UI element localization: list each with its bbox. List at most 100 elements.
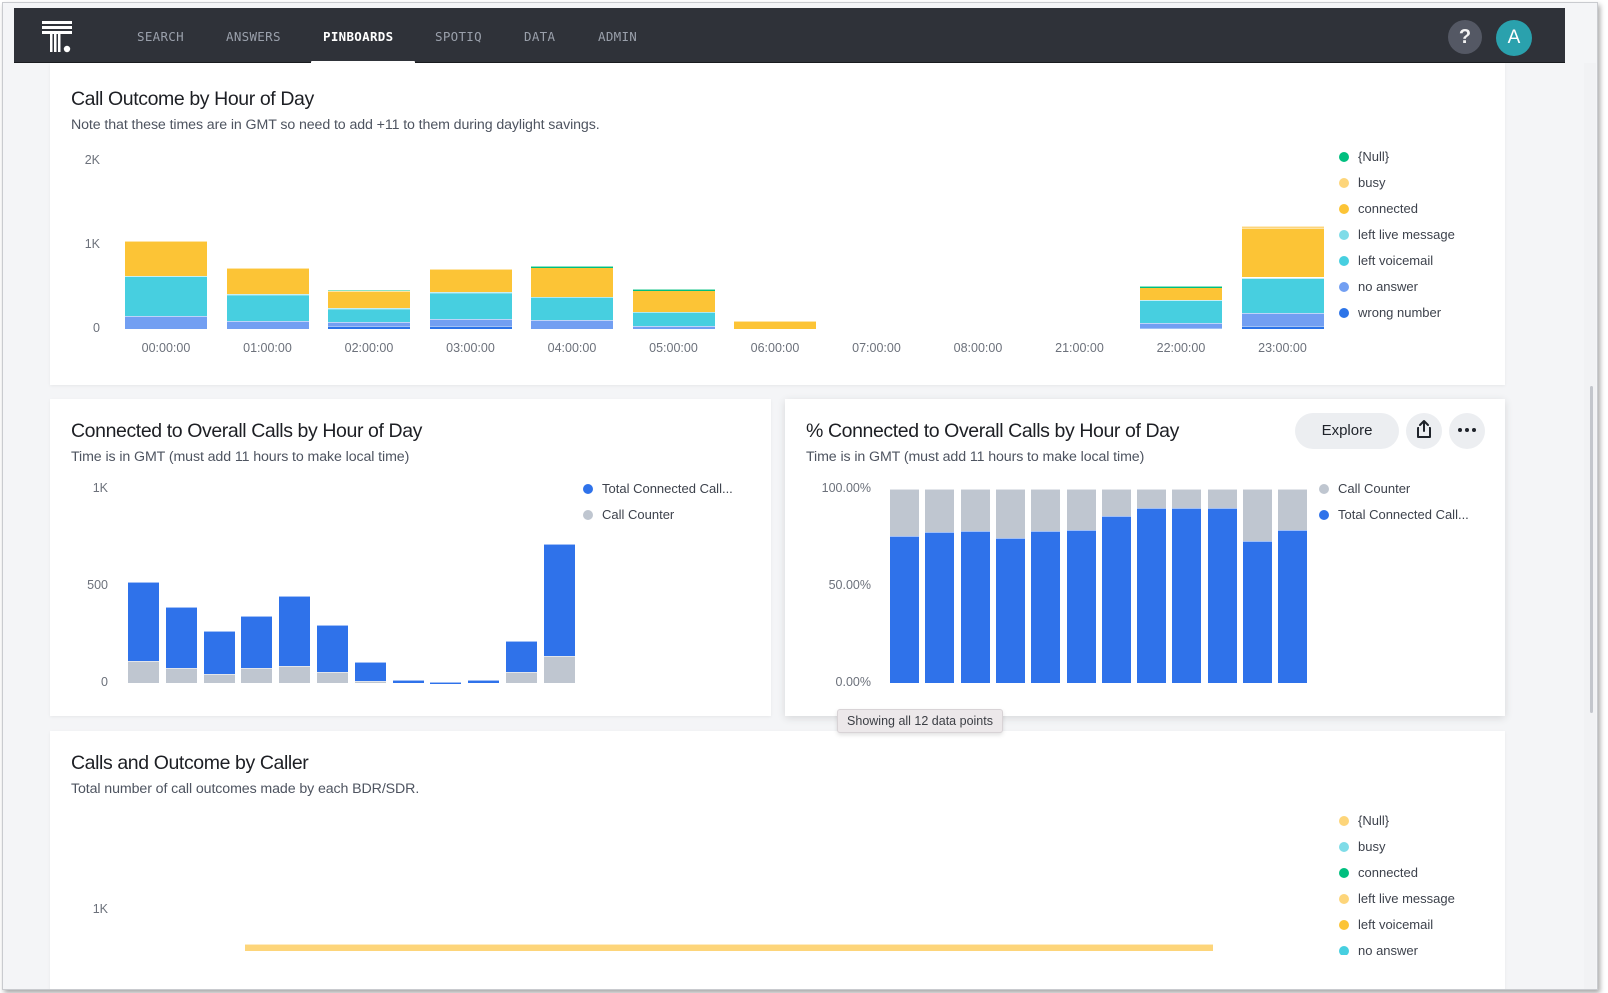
bar-segment-call-counter[interactable] (1172, 489, 1202, 509)
bar-segment-left-live-message[interactable] (125, 275, 207, 278)
bar-segment-call-counter[interactable] (1243, 489, 1272, 542)
share-button[interactable] (1406, 413, 1442, 449)
bar-segment-total-connected-calls[interactable] (165, 607, 197, 669)
legend-item[interactable]: busy (1339, 839, 1385, 855)
legend-item[interactable]: {Null} (1339, 813, 1389, 829)
bar-segment-no-answer[interactable] (328, 321, 410, 326)
bar-segment-total-connected-calls[interactable] (241, 616, 273, 669)
bar-segment-call-counter[interactable] (279, 665, 311, 683)
bar-segment-left-voicemail[interactable] (1241, 278, 1324, 314)
bar-segment-call-counter[interactable] (317, 672, 348, 683)
bar-segment-total-connected-calls[interactable] (506, 641, 537, 673)
bar-segment-total-connected-calls[interactable] (203, 630, 235, 675)
user-avatar[interactable]: A (1496, 20, 1532, 56)
bar-segment--null-[interactable] (632, 289, 715, 291)
bar-segment-total-connected-calls[interactable] (128, 582, 159, 661)
bar-segment-no-answer[interactable] (632, 326, 715, 329)
legend-item[interactable]: left live message (1339, 227, 1455, 243)
nav-answers[interactable]: ANSWERS (226, 8, 281, 63)
bar-segment-call-counter[interactable] (995, 489, 1025, 538)
bar-segment-call-counter[interactable] (506, 672, 537, 683)
bar-segment-connected[interactable] (328, 290, 410, 309)
bar-segment-call-counter[interactable] (165, 668, 197, 683)
bar-segment-call-counter[interactable] (1066, 489, 1096, 530)
bar-segment-left-voicemail[interactable] (632, 312, 715, 327)
scrollbar-thumb[interactable] (1590, 386, 1593, 713)
bar-segment-call-counter[interactable] (241, 668, 273, 683)
thoughtspot-logo-icon[interactable] (40, 19, 76, 55)
bar-segment--null-[interactable] (245, 943, 1213, 951)
bar-segment-no-answer[interactable] (531, 320, 613, 329)
bar-segment-call-counter[interactable] (203, 674, 235, 683)
bar-segment-total-connected-calls[interactable] (1066, 529, 1096, 683)
bar-segment-connected[interactable] (531, 266, 613, 298)
bar-segment--null-[interactable] (531, 266, 613, 268)
explore-button[interactable]: Explore (1295, 413, 1399, 449)
legend-item[interactable]: Total Connected Call... (583, 481, 733, 497)
nav-spotiq[interactable]: SPOTIQ (435, 8, 482, 63)
bar-segment-total-connected-calls[interactable] (960, 530, 990, 683)
bar-segment-total-connected-calls[interactable] (543, 544, 575, 656)
legend-item[interactable]: busy (1339, 175, 1385, 191)
legend-item[interactable]: Call Counter (1319, 481, 1410, 497)
bar-segment-call-counter[interactable] (543, 655, 575, 683)
bar-segment-left-voicemail[interactable] (328, 308, 410, 322)
more-options-button[interactable] (1449, 413, 1485, 449)
bar-segment-call-counter[interactable] (1207, 489, 1237, 509)
legend-item[interactable]: left voicemail (1339, 253, 1433, 269)
legend-item[interactable]: left live message (1339, 891, 1455, 907)
bar-segment-total-connected-calls[interactable] (392, 679, 424, 683)
bar-segment-total-connected-calls[interactable] (430, 682, 462, 684)
bar-segment-call-counter[interactable] (890, 489, 919, 536)
bar-segment-total-connected-calls[interactable] (890, 535, 919, 683)
bar-segment-total-connected-calls[interactable] (925, 531, 955, 683)
nav-data[interactable]: DATA (524, 8, 555, 63)
bar-segment-connected[interactable] (125, 240, 207, 276)
bar-segment-left-voicemail[interactable] (429, 293, 512, 320)
bar-segment-left-voicemail[interactable] (226, 294, 309, 321)
legend-item[interactable]: Total Connected Call... (1319, 507, 1469, 523)
bar-segment--null-[interactable] (1140, 286, 1222, 288)
bar-segment-call-counter[interactable] (128, 660, 159, 683)
bar-segment-left-live-message[interactable] (429, 292, 512, 294)
bar-segment-left-live-message[interactable] (226, 294, 309, 296)
bar-segment-wrong-number[interactable] (1140, 327, 1222, 330)
bar-segment-call-counter[interactable] (1101, 489, 1131, 517)
bar-segment-no-answer[interactable] (1241, 313, 1324, 327)
bar-segment-connected[interactable] (632, 289, 715, 313)
bar-segment-call-counter[interactable] (1137, 489, 1167, 509)
help-button[interactable]: ? (1448, 20, 1482, 54)
bar-segment-busy[interactable] (1241, 225, 1324, 228)
bar-segment-total-connected-calls[interactable] (1278, 529, 1308, 683)
legend-item[interactable]: no answer (1339, 279, 1418, 295)
legend-item[interactable]: wrong number (1339, 305, 1441, 321)
bar-segment-total-connected-calls[interactable] (1101, 516, 1131, 683)
bar-segment-no-answer[interactable] (226, 321, 309, 329)
bar-segment-left-live-message[interactable] (1241, 277, 1324, 279)
bar-segment-call-counter[interactable] (1031, 489, 1061, 531)
bar-segment-connected[interactable] (429, 269, 512, 293)
bar-segment-total-connected-calls[interactable] (1207, 508, 1237, 683)
legend-item[interactable]: Call Counter (583, 507, 674, 523)
legend-item[interactable]: no answer (1339, 943, 1418, 955)
bar-segment-left-voicemail[interactable] (531, 297, 613, 321)
bar-segment-total-connected-calls[interactable] (1031, 530, 1061, 683)
bar-segment-call-counter[interactable] (1278, 489, 1308, 530)
legend-item[interactable]: left voicemail (1339, 917, 1433, 933)
bar-segment-total-connected-calls[interactable] (995, 537, 1025, 683)
nav-pinboards[interactable]: PINBOARDS (310, 8, 417, 64)
bar-segment-total-connected-calls[interactable] (1243, 541, 1272, 683)
bar-segment-call-counter[interactable] (354, 681, 386, 683)
bar-segment-total-connected-calls[interactable] (354, 661, 386, 682)
bar-segment-connected[interactable] (734, 320, 816, 329)
bar-segment-wrong-number[interactable] (429, 326, 512, 329)
bar-segment-connected[interactable] (1140, 287, 1222, 300)
bar-segment-call-counter[interactable] (925, 489, 955, 532)
bar-segment-connected[interactable] (226, 268, 309, 295)
bar-segment-call-counter[interactable] (960, 489, 990, 531)
nav-search[interactable]: SEARCH (137, 8, 184, 63)
bar-segment-wrong-number[interactable] (1241, 326, 1324, 329)
bar-segment-left-voicemail[interactable] (125, 276, 207, 316)
bar-segment-wrong-number[interactable] (328, 325, 410, 329)
bar-segment-connected[interactable] (1241, 227, 1324, 278)
